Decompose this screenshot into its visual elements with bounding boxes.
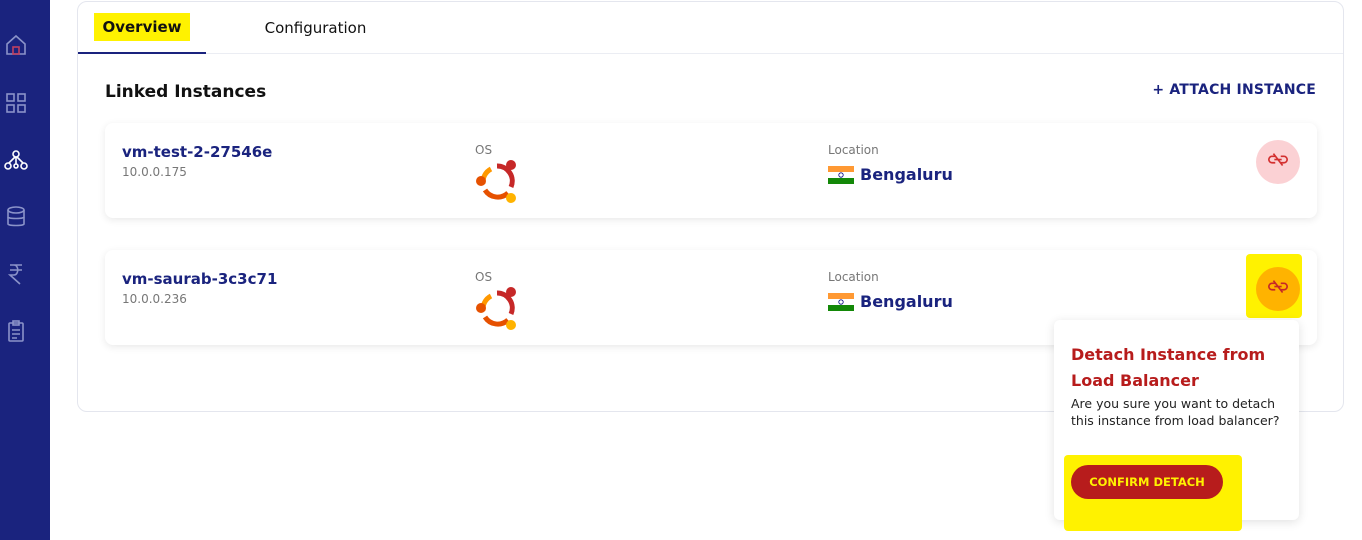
attach-instance-button[interactable]: + ATTACH INSTANCE bbox=[1152, 82, 1316, 98]
popover-title: Detach Instance from Load Balancer bbox=[1071, 345, 1266, 390]
instance-ip: 10.0.0.175 bbox=[122, 165, 187, 179]
detach-button-active[interactable] bbox=[1256, 267, 1300, 311]
confirm-detach-button[interactable]: CONFIRM DETACH bbox=[1071, 465, 1223, 499]
rupee-icon[interactable] bbox=[4, 262, 28, 286]
tab-overview[interactable]: Overview bbox=[78, 2, 206, 54]
location-city: Bengaluru bbox=[860, 165, 953, 184]
location-label: Location bbox=[828, 143, 879, 157]
unlink-icon bbox=[1267, 276, 1289, 302]
clipboard-icon[interactable] bbox=[4, 319, 28, 343]
tab-bar: Overview Configuration bbox=[78, 2, 1343, 54]
grid-icon[interactable] bbox=[4, 91, 28, 115]
ubuntu-logo-icon bbox=[473, 284, 521, 332]
india-flag-icon bbox=[828, 292, 854, 311]
location: Bengaluru bbox=[828, 292, 953, 311]
tab-overview-label: Overview bbox=[94, 13, 190, 41]
instance-name[interactable]: vm-test-2-27546e bbox=[122, 143, 272, 161]
instance-ip: 10.0.0.236 bbox=[122, 292, 187, 306]
unlink-icon bbox=[1267, 149, 1289, 175]
network-icon[interactable] bbox=[4, 148, 28, 172]
instance-row: vm-test-2-27546e 10.0.0.175 OS Location … bbox=[105, 123, 1317, 218]
instance-name[interactable]: vm-saurab-3c3c71 bbox=[122, 270, 277, 288]
tab-configuration[interactable]: Configuration bbox=[248, 2, 383, 54]
home-icon[interactable] bbox=[4, 33, 28, 57]
location-city: Bengaluru bbox=[860, 292, 953, 311]
detach-confirm-popover: Detach Instance from Load Balancer Are y… bbox=[1054, 320, 1299, 531]
location: Bengaluru bbox=[828, 165, 953, 184]
section-title: Linked Instances bbox=[105, 82, 267, 102]
india-flag-icon bbox=[828, 165, 854, 184]
tab-configuration-label: Configuration bbox=[264, 19, 367, 37]
sidebar bbox=[0, 0, 50, 540]
os-label: OS bbox=[475, 143, 493, 157]
os-label: OS bbox=[475, 270, 493, 284]
ubuntu-logo-icon bbox=[473, 157, 521, 205]
detach-button[interactable] bbox=[1256, 140, 1300, 184]
popover-message: Are you sure you want to detach this ins… bbox=[1071, 396, 1280, 428]
database-icon[interactable] bbox=[4, 205, 28, 229]
location-label: Location bbox=[828, 270, 879, 284]
